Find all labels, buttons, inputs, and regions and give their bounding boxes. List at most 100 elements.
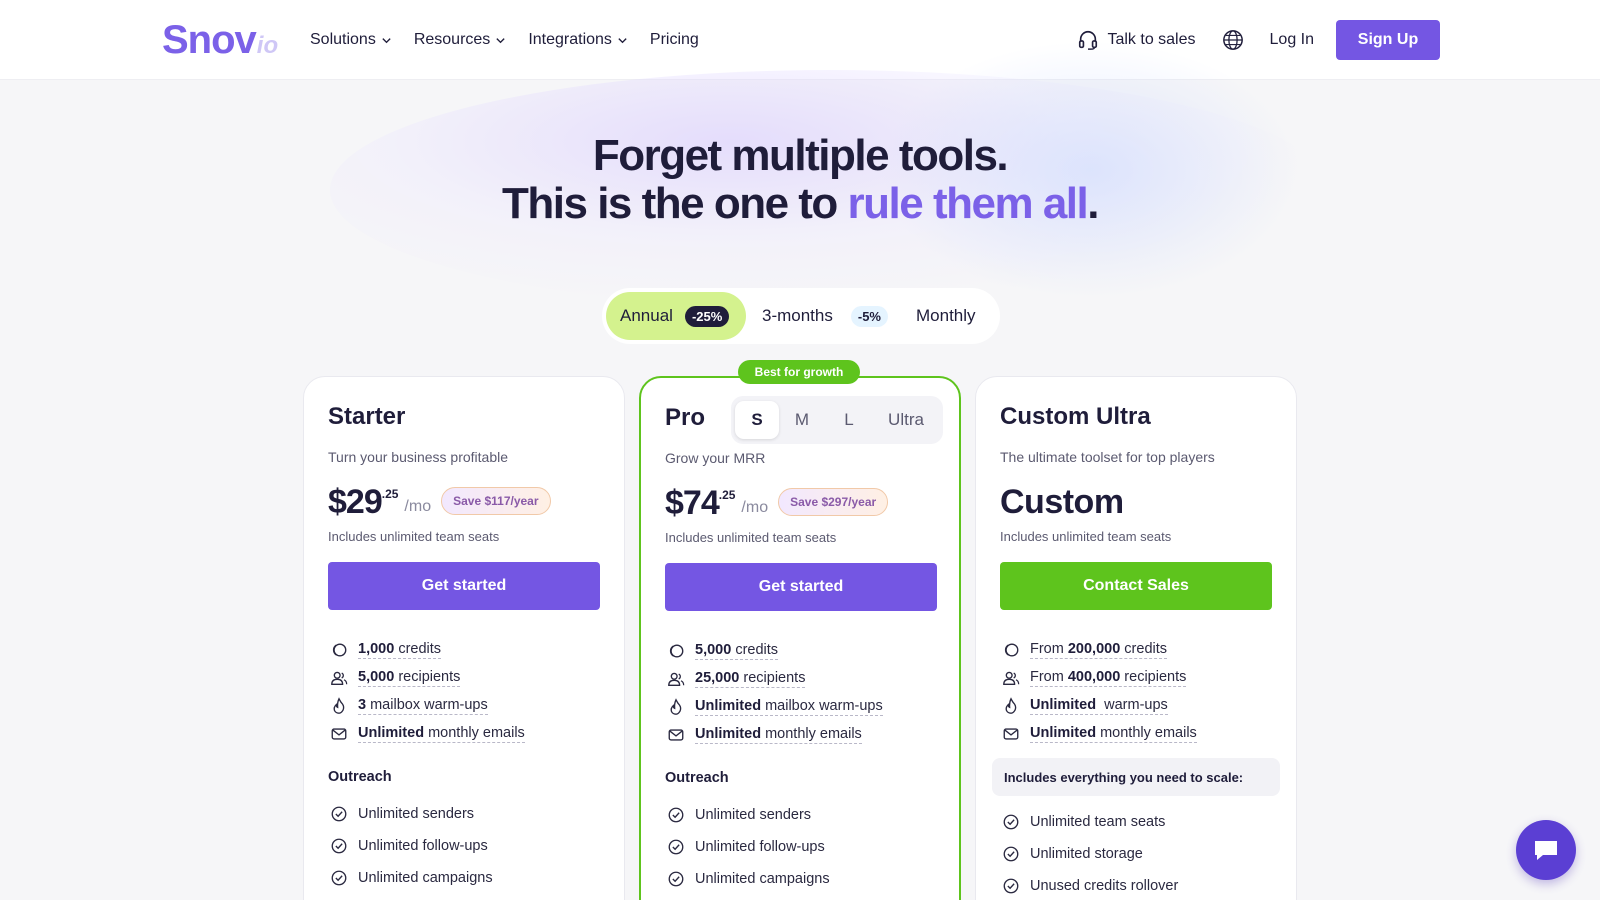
plan-limits: 1,000 credits 5,000 recipients 3 mailbox… bbox=[330, 636, 525, 748]
signup-button[interactable]: Sign Up bbox=[1336, 20, 1440, 60]
hero-line-2-suffix: . bbox=[1087, 179, 1099, 228]
price-amount: $29 bbox=[328, 483, 383, 521]
plan-size-selector: S M L Ultra bbox=[731, 396, 943, 444]
feature-item: Unlimited senders bbox=[330, 798, 493, 830]
annual-discount-badge: -25% bbox=[684, 305, 730, 327]
scale-note: Includes everything you need to scale: bbox=[992, 758, 1280, 796]
billing-period-toggle: Annual -25% 3-months -5% Monthly bbox=[602, 288, 1000, 344]
feature-list: Unlimited team seats Unlimited storage U… bbox=[1002, 806, 1178, 900]
credits-icon bbox=[1004, 643, 1019, 657]
savings-badge: Save $117/year bbox=[441, 487, 551, 515]
team-seats-note: Includes unlimited team seats bbox=[328, 529, 500, 544]
plan-card-pro: Pro S M L Ultra Grow your MRR $74 .25 /m… bbox=[639, 376, 961, 900]
feature-item: Unlimited follow-ups bbox=[330, 830, 493, 862]
limit-text[interactable]: Unlimited mailbox warm-ups bbox=[695, 698, 883, 716]
recipients-icon bbox=[331, 671, 348, 685]
feature-item: Unlimited campaigns bbox=[330, 862, 493, 894]
size-option-l[interactable]: L bbox=[825, 401, 873, 439]
billing-annual-option[interactable]: Annual -25% bbox=[606, 292, 746, 340]
size-option-m[interactable]: M bbox=[779, 401, 825, 439]
chat-widget-button[interactable] bbox=[1516, 820, 1576, 880]
plan-card-starter: Starter Turn your business profitable $2… bbox=[303, 376, 625, 900]
get-started-button[interactable]: Get started bbox=[665, 563, 937, 611]
check-circle-icon bbox=[331, 806, 347, 822]
nav-integrations-label: Integrations bbox=[528, 31, 612, 48]
plan-title: Custom Ultra bbox=[1000, 403, 1151, 430]
limit-text[interactable]: 5,000 recipients bbox=[358, 669, 461, 687]
section-heading: Outreach bbox=[328, 769, 392, 785]
plan-price: $74 .25 /mo Save $297/year bbox=[665, 484, 889, 523]
plan-limits: 5,000 credits 25,000 recipients Unlimite… bbox=[667, 637, 883, 749]
price-cents: .25 bbox=[381, 487, 399, 501]
feature-item: Unlimited follow-ups bbox=[667, 831, 830, 863]
nav-resources-label: Resources bbox=[413, 31, 491, 48]
main-nav: Solutions Resources Integrations Pricing bbox=[310, 30, 699, 50]
check-circle-icon bbox=[668, 871, 684, 887]
check-circle-icon bbox=[668, 839, 684, 855]
chevron-down-icon bbox=[382, 37, 391, 43]
plan-title: Pro bbox=[665, 404, 706, 431]
plan-subtitle: The ultimate toolset for top players bbox=[1000, 449, 1215, 465]
limit-recipients: 25,000 recipients bbox=[667, 665, 883, 693]
get-started-button[interactable]: Get started bbox=[328, 562, 600, 610]
limit-credits: From 200,000 credits bbox=[1002, 636, 1197, 664]
nav-resources[interactable]: Resources bbox=[414, 30, 506, 50]
nav-pricing-label: Pricing bbox=[649, 31, 699, 48]
mail-icon bbox=[668, 729, 684, 741]
limit-text[interactable]: From 400,000 recipients bbox=[1030, 669, 1187, 687]
limit-credits: 1,000 credits bbox=[330, 636, 525, 664]
price-amount: $74 bbox=[665, 484, 720, 522]
feature-text: Unlimited storage bbox=[1030, 846, 1143, 862]
feature-text: Unlimited team seats bbox=[1030, 814, 1166, 830]
nav-pricing[interactable]: Pricing bbox=[650, 30, 699, 50]
flame-icon bbox=[670, 698, 682, 715]
limit-text[interactable]: Unlimited monthly emails bbox=[695, 726, 862, 744]
limit-warmups: Unlimited warm-ups bbox=[1002, 692, 1197, 720]
limit-emails: Unlimited monthly emails bbox=[330, 720, 525, 748]
size-option-s[interactable]: S bbox=[735, 401, 779, 439]
feature-text: Unlimited senders bbox=[695, 807, 812, 823]
flame-icon bbox=[1005, 697, 1017, 714]
feature-item: Unlimited senders bbox=[667, 799, 830, 831]
chevron-down-icon bbox=[496, 37, 505, 43]
feature-text: Unlimited senders bbox=[358, 806, 475, 822]
limit-text[interactable]: 25,000 recipients bbox=[695, 670, 806, 688]
recipients-icon bbox=[668, 672, 685, 686]
contact-sales-button[interactable]: Contact Sales bbox=[1000, 562, 1272, 610]
limit-text[interactable]: 3 mailbox warm-ups bbox=[358, 697, 488, 715]
hero-headline: Forget multiple tools. This is the one t… bbox=[0, 132, 1600, 228]
flame-icon bbox=[333, 697, 345, 714]
site-header: Snov io Solutions Resources Integrations… bbox=[0, 0, 1600, 80]
globe-icon[interactable] bbox=[1222, 29, 1244, 51]
check-circle-icon bbox=[1003, 878, 1019, 894]
limit-recipients: From 400,000 recipients bbox=[1002, 664, 1197, 692]
limit-warmups: 3 mailbox warm-ups bbox=[330, 692, 525, 720]
feature-item: Unlimited campaigns bbox=[667, 863, 830, 895]
login-link[interactable]: Log In bbox=[1270, 31, 1314, 49]
limit-text[interactable]: 5,000 credits bbox=[695, 642, 779, 660]
plan-subtitle: Turn your business profitable bbox=[328, 449, 509, 465]
3-months-discount-badge: -5% bbox=[850, 305, 888, 327]
limit-text[interactable]: Unlimited monthly emails bbox=[358, 725, 525, 743]
limit-text[interactable]: Unlimited warm-ups bbox=[1030, 697, 1168, 715]
billing-monthly-option[interactable]: Monthly bbox=[916, 292, 976, 340]
limit-warmups: Unlimited mailbox warm-ups bbox=[667, 693, 883, 721]
hero-line-2-accent: rule them all bbox=[847, 179, 1089, 228]
billing-3-months-option[interactable]: 3-months -5% bbox=[762, 292, 888, 340]
feature-item: Unused credits rollover bbox=[1002, 870, 1178, 900]
feature-list: Unlimited senders Unlimited follow-ups U… bbox=[330, 798, 493, 894]
credits-icon bbox=[332, 643, 347, 657]
logo-sub-text: io bbox=[256, 32, 279, 59]
size-option-ultra[interactable]: Ultra bbox=[873, 401, 939, 439]
nav-integrations[interactable]: Integrations bbox=[528, 30, 628, 50]
check-circle-icon bbox=[331, 870, 347, 886]
limit-text[interactable]: Unlimited monthly emails bbox=[1030, 725, 1197, 743]
limit-text[interactable]: From 200,000 credits bbox=[1030, 641, 1168, 659]
nav-solutions[interactable]: Solutions bbox=[310, 30, 392, 50]
snov-logo[interactable]: Snov io bbox=[162, 18, 278, 63]
billing-3-months-label: 3-months bbox=[762, 306, 833, 325]
limit-text[interactable]: 1,000 credits bbox=[358, 641, 442, 659]
section-heading: Outreach bbox=[665, 770, 729, 786]
logo-main-text: Snov bbox=[162, 18, 257, 62]
check-circle-icon bbox=[668, 807, 684, 823]
